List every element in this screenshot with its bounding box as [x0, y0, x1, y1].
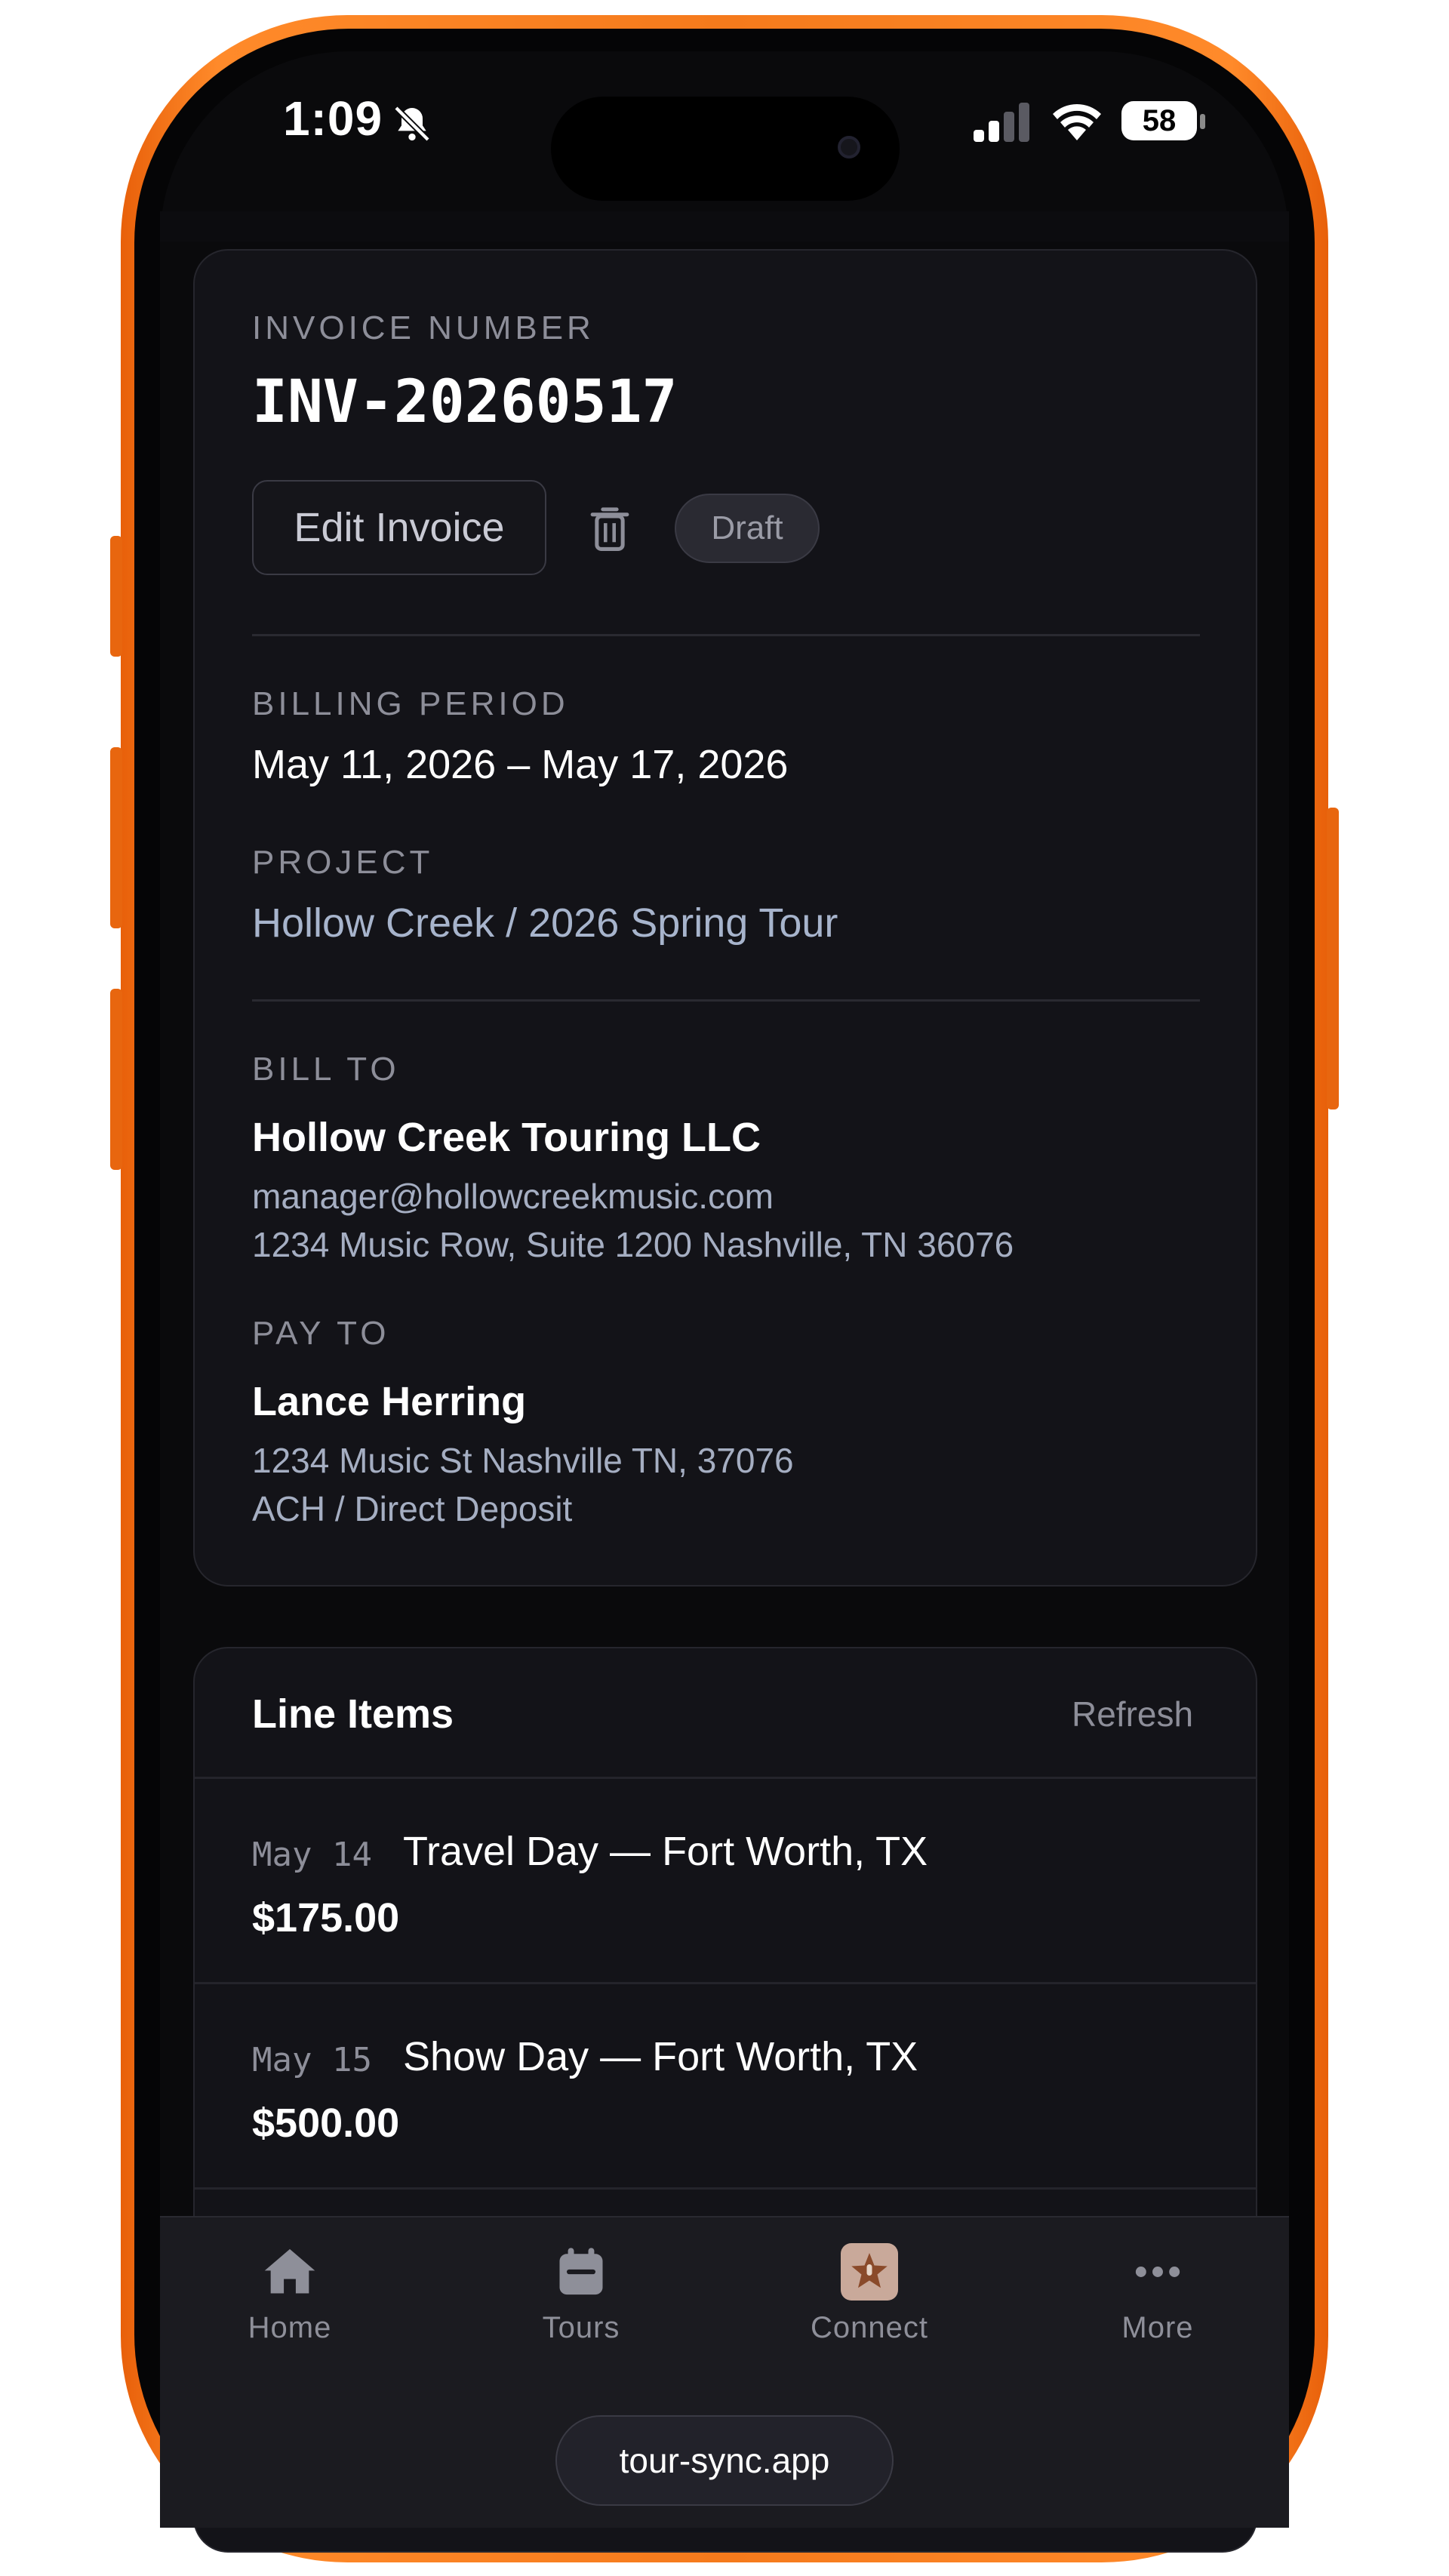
pay-to-label: PAY TO — [252, 1315, 390, 1352]
calendar-icon — [559, 2248, 603, 2295]
pay-to-address: 1234 Music St Nashville TN, 37076 — [252, 1441, 794, 1480]
divider — [252, 999, 1200, 1002]
url-bar[interactable]: tour-sync.app — [555, 2415, 894, 2506]
tab-label: Home — [248, 2311, 332, 2344]
bill-to-address: 1234 Music Row, Suite 1200 Nashville, TN… — [252, 1225, 1014, 1264]
line-item-date: May 14 — [252, 1836, 372, 1874]
bill-to-label: BILL TO — [252, 1051, 400, 1088]
divider — [195, 2187, 1256, 2190]
status-badge: Draft — [675, 494, 820, 563]
tab-label: Tours — [542, 2311, 620, 2344]
tab-label: Connect — [811, 2311, 928, 2344]
divider — [195, 1982, 1256, 1984]
line-item-amount: $175.00 — [252, 1895, 400, 1940]
camera-dot — [838, 136, 860, 158]
divider — [252, 634, 1200, 636]
line-item-date: May 15 — [252, 2041, 372, 2079]
connect-icon — [841, 2243, 898, 2301]
signal-icon — [974, 103, 1029, 142]
tab-home[interactable]: Home — [192, 2243, 388, 2364]
volume-down-button — [110, 989, 122, 1170]
line-items-title: Line Items — [252, 1691, 454, 1737]
home-icon — [264, 2248, 315, 2294]
line-item-description[interactable]: Travel Day — Fort Worth, TX — [403, 1828, 928, 1875]
status-time: 1:09 — [283, 91, 383, 146]
power-button — [1327, 808, 1339, 1109]
header-strip — [160, 211, 1289, 242]
wifi-icon — [1053, 104, 1101, 140]
pay-to-method: ACH / Direct Deposit — [252, 1489, 573, 1528]
billing-period-label: BILLING PERIOD — [252, 685, 569, 722]
bill-to-email: manager@hollowcreekmusic.com — [252, 1177, 774, 1216]
trash-icon[interactable] — [589, 504, 631, 552]
tab-tours[interactable]: Tours — [483, 2243, 679, 2364]
tab-connect[interactable]: Connect — [771, 2243, 968, 2364]
volume-up-button — [110, 747, 122, 928]
divider — [195, 1777, 1256, 1779]
refresh-button[interactable]: Refresh — [1072, 1694, 1193, 1734]
edit-invoice-button[interactable]: Edit Invoice — [252, 480, 546, 575]
billing-period: May 11, 2026 – May 17, 2026 — [252, 742, 789, 787]
tab-label: More — [1121, 2311, 1194, 2344]
line-item-description[interactable]: Show Day — Fort Worth, TX — [403, 2033, 918, 2080]
more-icon — [1135, 2267, 1180, 2277]
invoice-number-label: INVOICE NUMBER — [252, 309, 595, 346]
tab-more[interactable]: More — [1060, 2243, 1256, 2364]
bell-slash-icon — [394, 106, 430, 142]
battery-cap — [1200, 114, 1205, 129]
action-button — [110, 536, 122, 657]
bill-to-name: Hollow Creek Touring LLC — [252, 1115, 761, 1160]
pay-to-name: Lance Herring — [252, 1379, 527, 1424]
line-item-amount: $500.00 — [252, 2101, 400, 2146]
project-name: Hollow Creek / 2026 Spring Tour — [252, 900, 838, 946]
project-label: PROJECT — [252, 844, 434, 881]
invoice-number: INV-20260517 — [252, 368, 678, 436]
battery-indicator: 58 — [1121, 101, 1197, 140]
